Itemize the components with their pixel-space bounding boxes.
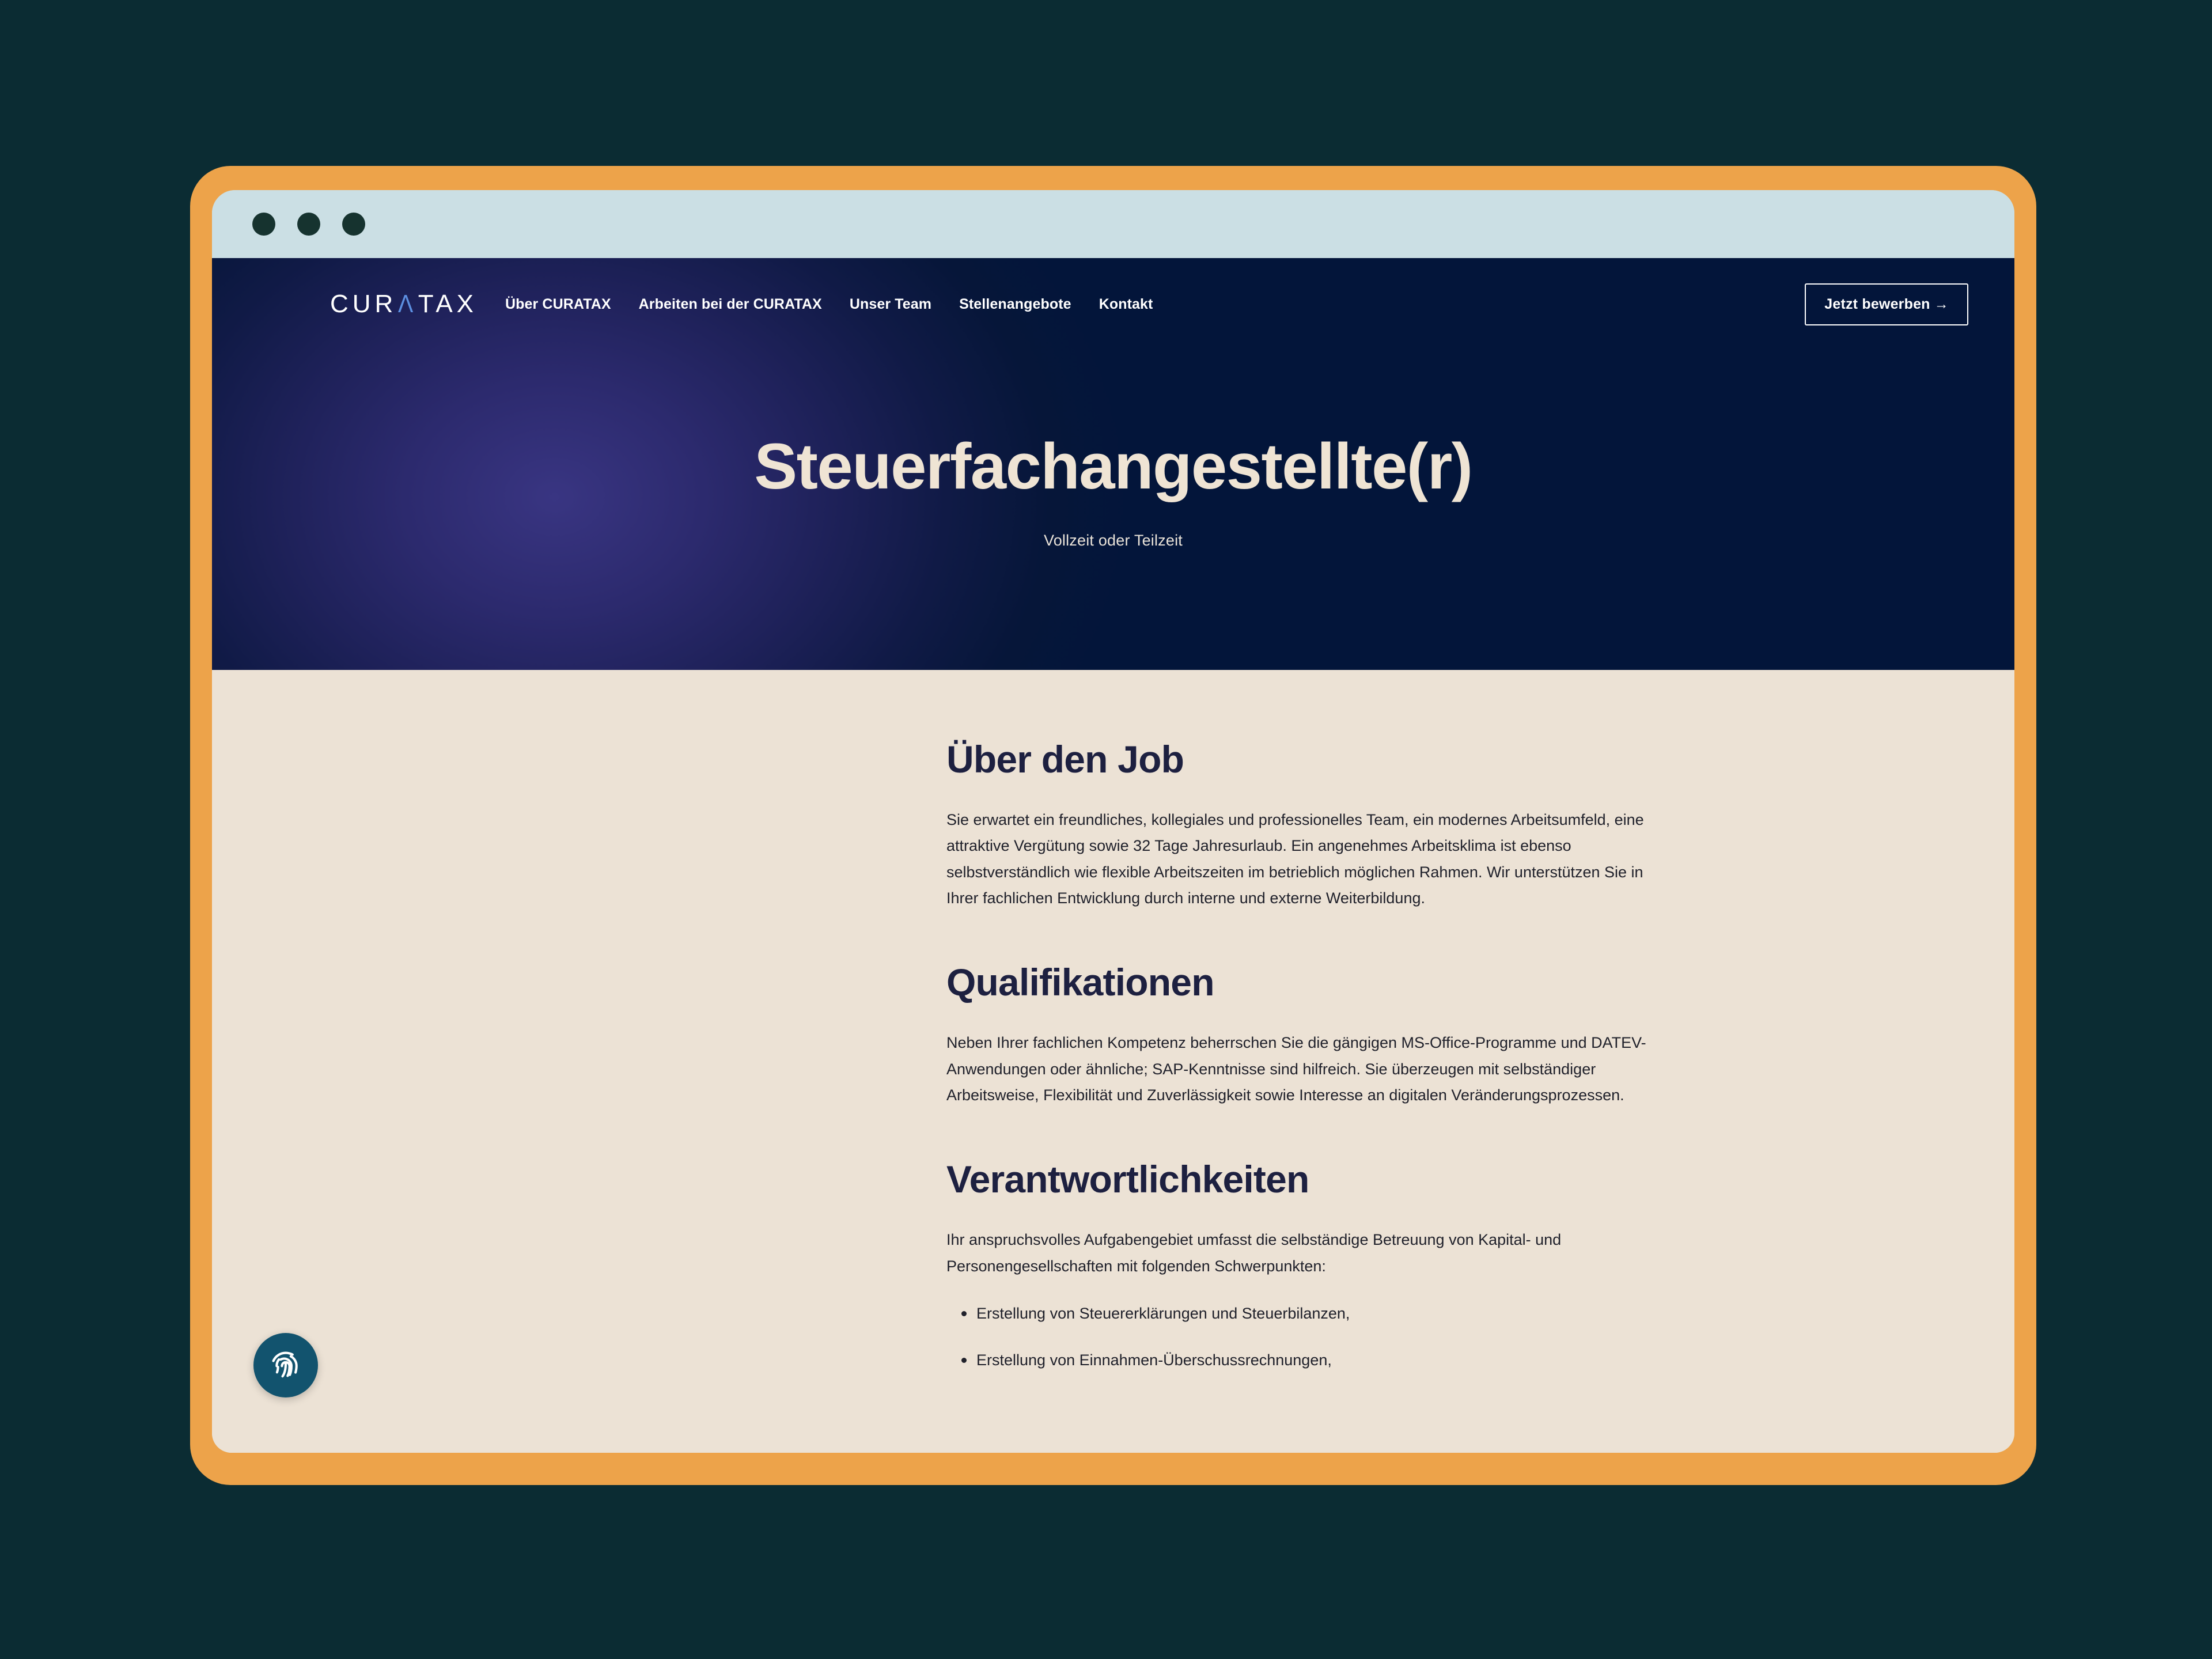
logo-text-part2: TAX xyxy=(418,290,478,318)
section-verantwortlichkeiten: Verantwortlichkeiten Ihr anspruchsvolles… xyxy=(946,1158,1678,1373)
browser-window: CUR Λ TAX Über CURATAX Arbeiten bei der CU… xyxy=(212,190,2014,1453)
job-employment-type: Vollzeit oder Teilzeit xyxy=(1043,532,1183,550)
hero-content: Steuerfachangestellte(r) Vollzeit oder T… xyxy=(212,431,2014,550)
fingerprint-icon xyxy=(272,1351,298,1378)
logo-text-part1: CUR xyxy=(330,290,397,318)
section-paragraph: Neben Ihrer fachlichen Kompetenz beherrs… xyxy=(946,1034,1646,1104)
close-dot[interactable] xyxy=(252,213,275,236)
section-paragraph: Sie erwartet ein freundliches, kollegial… xyxy=(946,810,1644,907)
nav-item-unser-team[interactable]: Unser Team xyxy=(850,296,931,313)
nav-item-ueber-curatax[interactable]: Über CURATAX xyxy=(505,296,611,313)
browser-frame: CUR Λ TAX Über CURATAX Arbeiten bei der CU… xyxy=(190,166,2036,1485)
privacy-settings-button[interactable] xyxy=(253,1333,318,1397)
section-paragraph: Ihr anspruchsvolles Aufgabengebiet umfas… xyxy=(946,1231,1562,1275)
nav-item-kontakt[interactable]: Kontakt xyxy=(1099,296,1153,313)
nav-item-stellenangebote[interactable]: Stellenangebote xyxy=(959,296,1071,313)
maximize-dot[interactable] xyxy=(342,213,365,236)
content-column: Über den Job Sie erwartet ein freundlich… xyxy=(946,738,1678,1373)
jetzt-bewerben-button[interactable]: Jetzt bewerben → xyxy=(1805,283,1968,325)
job-description-content: Über den Job Sie erwartet ein freundlich… xyxy=(212,670,2014,1373)
list-item: Erstellung von Einnahmen-Überschussrechn… xyxy=(961,1348,1678,1373)
site-navbar: CUR Λ TAX Über CURATAX Arbeiten bei der CU… xyxy=(212,258,2014,350)
job-title: Steuerfachangestellte(r) xyxy=(754,430,1473,502)
curatax-logo[interactable]: CUR Λ TAX xyxy=(330,290,478,319)
list-item: Erstellung von Steuererklärungen und Ste… xyxy=(961,1301,1678,1326)
page-viewport: CUR Λ TAX Über CURATAX Arbeiten bei der CU… xyxy=(212,258,2014,1453)
section-heading: Über den Job xyxy=(946,738,1184,781)
responsibilities-list: Erstellung von Steuererklärungen und Ste… xyxy=(946,1301,1678,1373)
minimize-dot[interactable] xyxy=(297,213,320,236)
section-qualifikationen: Qualifikationen Neben Ihrer fachlichen K… xyxy=(946,961,1678,1108)
section-heading: Qualifikationen xyxy=(946,961,1215,1004)
logo-lambda-icon: Λ xyxy=(398,290,417,318)
browser-titlebar xyxy=(212,190,2014,258)
section-heading: Verantwortlichkeiten xyxy=(946,1158,1309,1201)
hero-section: CUR Λ TAX Über CURATAX Arbeiten bei der CU… xyxy=(212,258,2014,670)
section-ueber-den-job: Über den Job Sie erwartet ein freundlich… xyxy=(946,738,1678,911)
nav-links: Über CURATAX Arbeiten bei der CURATAX Un… xyxy=(505,296,1153,313)
nav-item-arbeiten-bei-der-curatax[interactable]: Arbeiten bei der CURATAX xyxy=(639,296,822,313)
